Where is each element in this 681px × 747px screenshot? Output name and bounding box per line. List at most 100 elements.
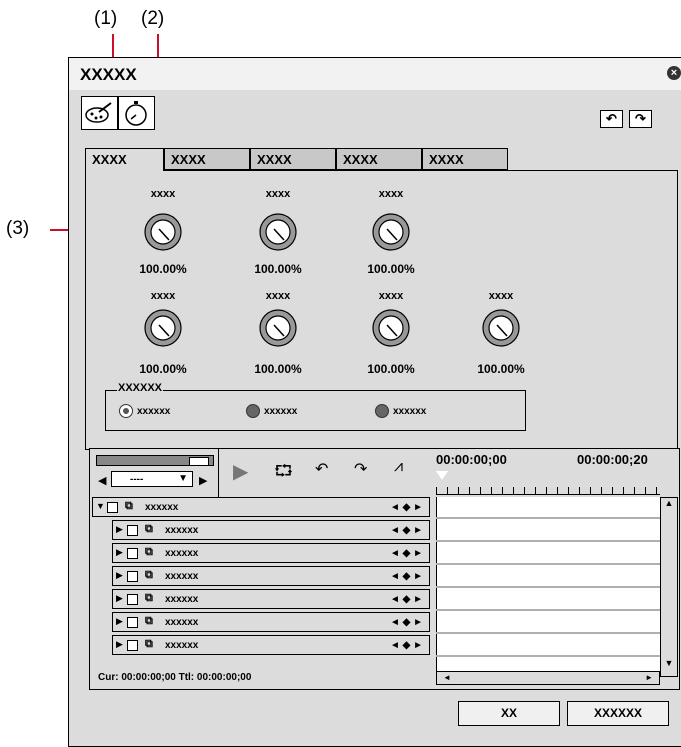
track-lane[interactable]: [436, 655, 660, 657]
track-checkbox[interactable]: [127, 640, 138, 651]
track-lane[interactable]: [436, 563, 660, 565]
tab-3[interactable]: XXXX: [250, 148, 336, 170]
track-lane[interactable]: [436, 517, 660, 519]
track-row[interactable]: ▶ ⧉ xxxxxx ◄ ◆ ►: [112, 543, 430, 563]
effect-dialog: XXXXX × ↶ ↷ XXXX XXXX XXXX XXXX XXXX XXX…: [68, 57, 681, 747]
track-checkbox[interactable]: [127, 525, 138, 536]
dial-knob[interactable]: [481, 308, 521, 348]
track-lane[interactable]: [436, 540, 660, 542]
keyframe-nav[interactable]: ◄ ◆ ►: [390, 617, 423, 628]
knob-label: xxxx: [150, 188, 176, 200]
track-checkbox[interactable]: [107, 502, 118, 513]
knob-label: xxxx: [265, 188, 291, 200]
expand-icon[interactable]: ▼: [96, 501, 105, 511]
dial-knob[interactable]: [371, 212, 411, 252]
chevron-down-icon: ▼: [178, 473, 188, 484]
knob-value: 100.00%: [254, 262, 302, 276]
track-label: xxxxxx: [165, 594, 199, 605]
play-icon[interactable]: ▶: [233, 459, 248, 484]
track-icon: ⧉: [145, 546, 153, 558]
dial-knob[interactable]: [258, 308, 298, 348]
keyframe-panel: ◀ ---- ▼ ▶ ▶ ⮔ ↶ ↷ ⩘ 00:00:00;00 00:00:0…: [89, 448, 680, 690]
radio-group-title: XXXXXX: [117, 382, 164, 394]
track-label: xxxxxx: [165, 640, 199, 651]
radio-option-2-label: xxxxxx: [264, 406, 298, 417]
loop-play-icon[interactable]: ⮔: [274, 460, 293, 487]
knob-label: xxxx: [378, 188, 404, 200]
track-lane[interactable]: [436, 586, 660, 588]
nav-right-icon[interactable]: ▶: [199, 474, 207, 487]
keyframe-nav[interactable]: ◄ ◆ ►: [390, 525, 423, 536]
radio-option-3[interactable]: [375, 404, 389, 418]
track-checkbox[interactable]: [127, 548, 138, 559]
track-checkbox[interactable]: [127, 594, 138, 605]
dial-knob[interactable]: [143, 212, 183, 252]
track-row[interactable]: ▶ ⧉ xxxxxx ◄ ◆ ►: [112, 612, 430, 632]
knob-value: 100.00%: [477, 362, 525, 376]
callout-2: (2): [141, 8, 165, 29]
track-icon: ⧉: [145, 615, 153, 627]
dial-knob[interactable]: [371, 308, 411, 348]
track-row[interactable]: ▶ ⧉ xxxxxx ◄ ◆ ►: [112, 635, 430, 655]
stopwatch-icon: [125, 101, 147, 126]
tab-1[interactable]: XXXX: [85, 148, 164, 171]
tab-2[interactable]: XXXX: [164, 148, 250, 170]
keyframe-nav[interactable]: ◄ ◆ ►: [390, 640, 423, 651]
knob-value: 100.00%: [139, 362, 187, 376]
track-lane[interactable]: [436, 609, 660, 611]
track-label: xxxxxx: [165, 548, 199, 559]
title-bar[interactable]: XXXXX ×: [69, 58, 681, 90]
track-checkbox[interactable]: [127, 617, 138, 628]
knob-label: xxxx: [265, 290, 291, 302]
expand-icon[interactable]: ▶: [116, 593, 123, 604]
radio-option-2[interactable]: [246, 404, 260, 418]
track-lane[interactable]: [436, 632, 660, 634]
next-keyframe-icon[interactable]: ↷: [354, 459, 367, 479]
keyframe-nav[interactable]: ◄ ◆ ►: [390, 502, 423, 513]
expand-icon[interactable]: ▶: [116, 639, 123, 650]
knob-value: 100.00%: [367, 262, 415, 276]
previous-keyframe-icon[interactable]: ↶: [315, 459, 328, 479]
knob-value: 100.00%: [367, 362, 415, 376]
playhead-marker[interactable]: [436, 471, 448, 480]
ok-button[interactable]: XX: [458, 701, 560, 726]
redo-button[interactable]: ↷: [629, 110, 652, 128]
dropdown[interactable]: ---- ▼: [111, 471, 193, 487]
stopwatch-button[interactable]: [118, 96, 155, 130]
knob-label: xxxx: [488, 290, 514, 302]
tab-4[interactable]: XXXX: [336, 148, 422, 170]
horizontal-scrollbar[interactable]: ◄ ►: [436, 671, 660, 685]
keyframe-nav[interactable]: ◄ ◆ ►: [390, 571, 423, 582]
toolbar-divider: [218, 449, 219, 497]
tab-5[interactable]: XXXX: [422, 148, 508, 170]
keyframe-nav[interactable]: ◄ ◆ ►: [390, 548, 423, 559]
dial-knob[interactable]: [143, 308, 183, 348]
track-row[interactable]: ▶ ⧉ xxxxxx ◄ ◆ ►: [112, 520, 430, 540]
callout-1: (1): [94, 8, 118, 29]
keyframe-nav[interactable]: ◄ ◆ ►: [390, 594, 423, 605]
dial-knob[interactable]: [258, 212, 298, 252]
track-label: xxxxxx: [145, 502, 179, 513]
undo-button[interactable]: ↶: [600, 110, 623, 128]
track-icon: ⧉: [145, 638, 153, 650]
dropdown-value: ----: [130, 474, 144, 485]
track-row[interactable]: ▶ ⧉ xxxxxx ◄ ◆ ►: [112, 566, 430, 586]
palette-button[interactable]: [81, 96, 118, 130]
window-title: XXXXX: [80, 65, 137, 84]
expand-icon[interactable]: ▶: [116, 570, 123, 581]
track-checkbox[interactable]: [127, 571, 138, 582]
track-row[interactable]: ▶ ⧉ xxxxxx ◄ ◆ ►: [112, 589, 430, 609]
status-text: Cur: 00:00:00;00 Ttl: 00:00:00;00: [98, 672, 252, 683]
nav-left-icon[interactable]: ◀: [98, 474, 106, 487]
graph-icon[interactable]: ⩘: [394, 458, 403, 476]
cancel-button[interactable]: XXXXXX: [567, 701, 669, 726]
expand-icon[interactable]: ▶: [116, 524, 123, 535]
vertical-scrollbar[interactable]: ▲ ▼: [660, 497, 678, 677]
zoom-slider[interactable]: [96, 455, 214, 466]
expand-icon[interactable]: ▶: [116, 616, 123, 627]
track-label: xxxxxx: [165, 571, 199, 582]
track-row[interactable]: ▼ ⧉ xxxxxx ◄ ◆ ►: [92, 497, 430, 517]
close-icon[interactable]: ×: [667, 66, 681, 80]
radio-option-1[interactable]: [119, 404, 133, 418]
expand-icon[interactable]: ▶: [116, 547, 123, 558]
